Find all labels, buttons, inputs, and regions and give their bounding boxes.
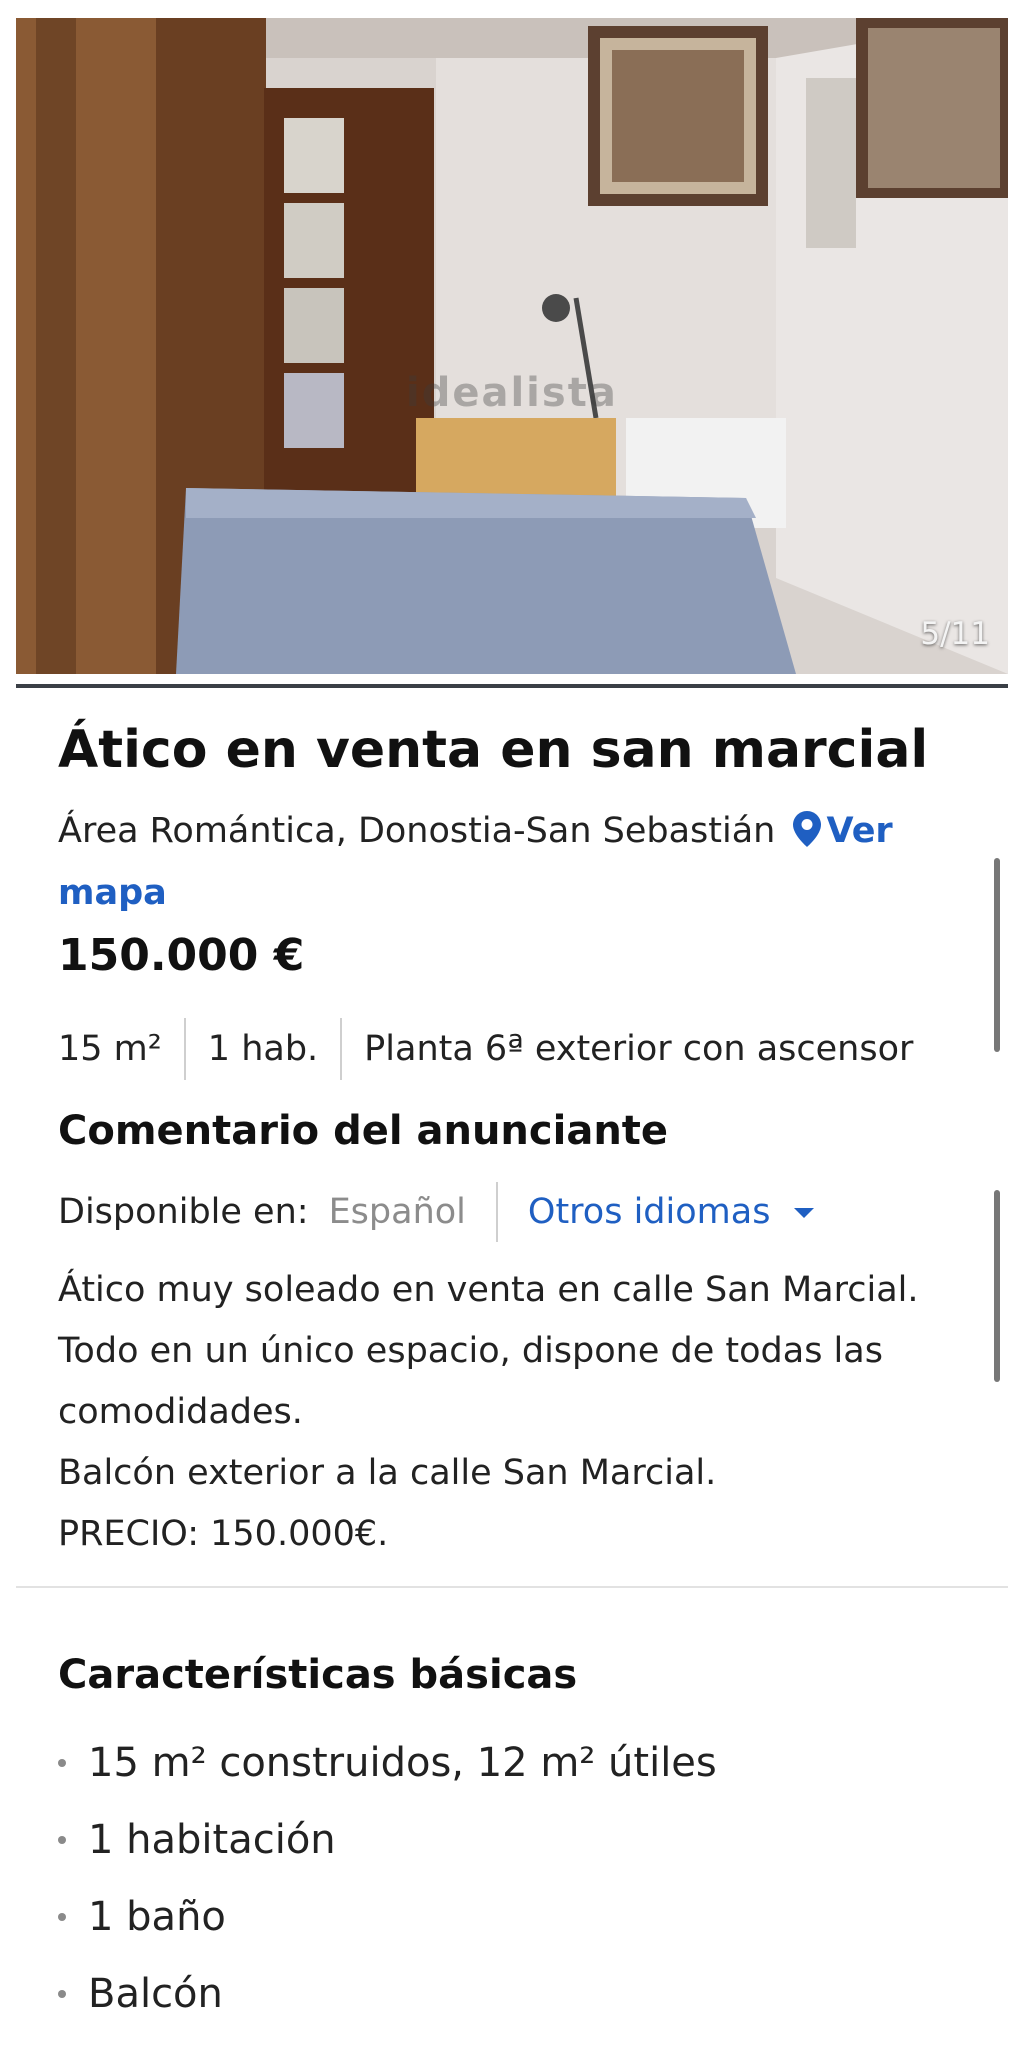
listing-price: 150.000 € [58, 930, 305, 981]
scrollbar-thumb[interactable] [994, 858, 1000, 1052]
available-label: Disponible en: [58, 1192, 309, 1232]
basics-item-label: 1 habitación [88, 1816, 336, 1863]
location-text: Área Romántica, Donostia-San Sebastián [58, 811, 776, 851]
feature-area: 15 m² [58, 1029, 162, 1069]
comment-scrollbar-thumb[interactable] [994, 1190, 1000, 1382]
map-pin-icon [792, 811, 821, 847]
comment-line: Ático muy soleado en venta en calle San … [58, 1270, 919, 1310]
comment-heading: Comentario del anunciante [58, 1108, 669, 1154]
comment-line: Todo en un único espacio, dispone de tod… [58, 1331, 883, 1371]
basics-item-label: 1 baño [88, 1893, 226, 1940]
basics-heading: Características básicas [58, 1652, 578, 1698]
list-item: Balcón [58, 1955, 717, 2032]
comment-body: Ático muy soleado en venta en calle San … [58, 1260, 958, 1565]
list-item: 1 baño [58, 1878, 717, 1955]
feature-rooms: 1 hab. [207, 1029, 319, 1069]
language-divider [495, 1182, 498, 1242]
bullet-icon [58, 1912, 66, 1921]
basics-item-label: Balcón [88, 1970, 223, 2017]
other-languages-dropdown[interactable]: Otros idiomas [528, 1192, 815, 1232]
other-languages-label[interactable]: Otros idiomas [528, 1192, 771, 1232]
basics-item-label: 15 m² construidos, 12 m² útiles [88, 1739, 717, 1786]
comment-line: PRECIO: 150.000€. [58, 1514, 389, 1554]
listing-location: Área Romántica, Donostia-San Sebastián V… [58, 800, 938, 924]
listing-photo[interactable]: idealista 5/11 [16, 18, 1008, 674]
list-item: 1 habitación [58, 1801, 717, 1878]
photo-watermark: idealista [406, 370, 618, 416]
comment-line: comodidades. [58, 1392, 303, 1432]
listing-features: 15 m² 1 hab. Planta 6ª exterior con asce… [58, 1018, 913, 1080]
comment-line: Balcón exterior a la calle San Marcial. [58, 1453, 717, 1493]
bullet-icon [58, 1835, 66, 1844]
list-item: 15 m² construidos, 12 m² útiles [58, 1724, 717, 1801]
section-divider [16, 1586, 1008, 1588]
room-photo-illustration [16, 18, 1008, 674]
feature-floor: Planta 6ª exterior con ascensor [364, 1029, 914, 1069]
feature-divider [340, 1018, 343, 1080]
feature-divider [183, 1018, 186, 1080]
bullet-icon [58, 1758, 66, 1767]
basics-list: 15 m² construidos, 12 m² útiles 1 habita… [58, 1724, 717, 2032]
caret-down-icon [794, 1208, 815, 1218]
language-selector-row: Disponible en: Español Otros idiomas [58, 1182, 815, 1242]
photo-counter: 5/11 [920, 616, 990, 652]
bullet-icon [58, 1989, 66, 1998]
photo-bottom-rule [16, 684, 1008, 688]
current-language: Español [328, 1192, 466, 1232]
listing-title: Ático en venta en san marcial [58, 720, 929, 780]
